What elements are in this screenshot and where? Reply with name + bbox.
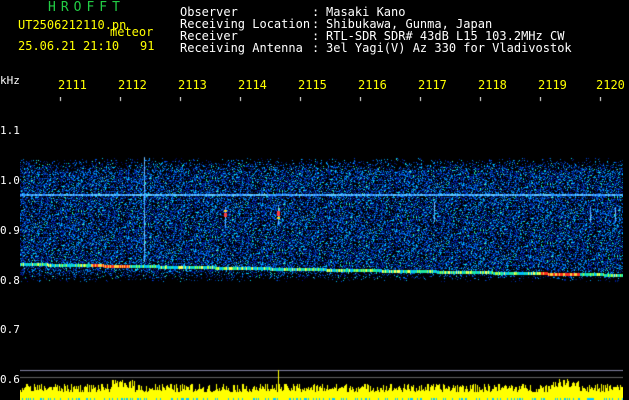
x-tick-2119: 2119	[538, 78, 567, 92]
y-tick-0-8: 0.8	[0, 274, 20, 287]
antenna-label: Receiving Antenna	[180, 41, 303, 55]
x-tick-2112: 2112	[118, 78, 147, 92]
antenna-value: 3el Yagi(V) Az 330 for Vladivostok	[326, 41, 572, 55]
y-tick-0-7: 0.7	[0, 323, 20, 336]
y-tick-0-9: 0.9	[0, 224, 20, 237]
y-tick-0-6: 0.6	[0, 373, 20, 386]
x-tick-2120: 2120	[596, 78, 625, 92]
x-tick-2117: 2117	[418, 78, 447, 92]
x-tick-2118: 2118	[478, 78, 507, 92]
x-tick-2113: 2113	[178, 78, 207, 92]
y-tick-1-0: 1.0	[0, 174, 20, 187]
capture-datetime: 25.06.21 21:10	[18, 39, 120, 53]
y-axis-unit: kHz	[0, 74, 20, 87]
x-tick-2115: 2115	[298, 78, 327, 92]
antenna-colon: :	[312, 41, 320, 55]
file-type: meteor	[110, 25, 154, 39]
capture-extra: 91	[140, 39, 155, 53]
brand-title: HROFFT	[48, 0, 125, 15]
x-tick-2116: 2116	[358, 78, 387, 92]
x-tick-2111: 2111	[58, 78, 87, 92]
spectrogram-canvas	[20, 97, 623, 400]
x-tick-2114: 2114	[238, 78, 267, 92]
y-tick-1-1: 1.1	[0, 124, 20, 137]
